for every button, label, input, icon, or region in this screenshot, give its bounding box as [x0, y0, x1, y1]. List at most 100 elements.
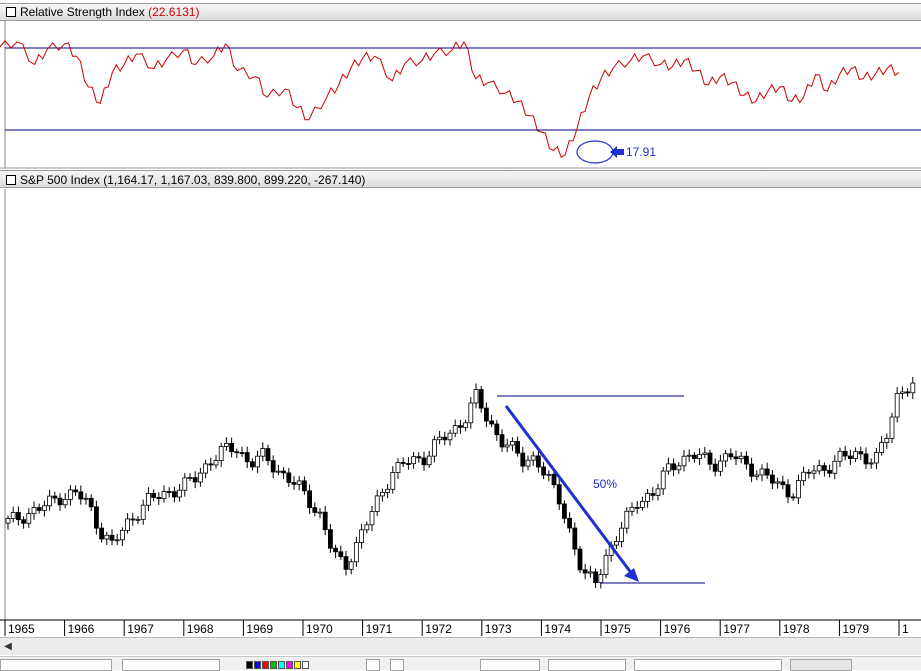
candle-body	[156, 497, 162, 500]
candle-body	[640, 500, 645, 508]
candle-body	[832, 460, 838, 474]
statusbar-dropdown-2[interactable]	[122, 659, 220, 671]
color-swatch-black[interactable]	[246, 661, 253, 669]
candle-body	[296, 480, 302, 485]
candle-body	[437, 436, 443, 441]
candle-body	[775, 481, 780, 484]
candle-body	[369, 511, 375, 526]
candle-body	[598, 574, 604, 584]
x-axis-tick-label: 1	[902, 622, 909, 636]
statusbar-dropdown-4[interactable]	[634, 659, 782, 671]
candle-body	[416, 456, 422, 459]
candle-body	[790, 496, 796, 499]
trade-button[interactable]	[790, 659, 852, 671]
color-swatch-red[interactable]	[262, 661, 269, 669]
candle-body	[431, 439, 437, 457]
candle-body	[520, 452, 526, 467]
candle-body	[546, 473, 552, 476]
candle-body	[457, 425, 463, 428]
candle-body	[301, 480, 307, 492]
statusbar-dropdown-3[interactable]	[548, 659, 626, 671]
color-swatch-blue[interactable]	[254, 661, 261, 669]
x-axis-tick-label: 1979	[842, 622, 869, 636]
color-swatch-green[interactable]	[270, 661, 277, 669]
candle-body	[405, 463, 411, 465]
candle-body	[421, 457, 427, 466]
candle-body	[536, 455, 541, 468]
candle-body	[634, 506, 640, 509]
candle-body	[666, 463, 671, 472]
candle-body	[255, 455, 261, 468]
candle-body	[374, 495, 380, 512]
rsi-low-value-label: 17.91	[626, 145, 656, 159]
candle-body	[796, 480, 801, 499]
candle-body	[88, 497, 94, 508]
candle-body	[676, 465, 682, 471]
statusbar-dropdown-1[interactable]	[0, 659, 112, 671]
candle-body	[848, 455, 853, 460]
x-axis-tick-label: 1973	[485, 622, 512, 636]
candle-body	[239, 452, 245, 454]
candle-body	[759, 468, 765, 476]
candle-body	[770, 474, 775, 484]
horizontal-scrollbar[interactable]: ◀	[0, 637, 921, 655]
candle-body	[400, 461, 406, 464]
candle-body	[203, 463, 209, 474]
x-axis-tick-label: 1970	[306, 622, 333, 636]
candle-body	[733, 456, 739, 460]
page-icon[interactable]	[366, 659, 380, 671]
candle-body	[723, 453, 728, 462]
candle-body	[234, 451, 240, 454]
x-axis-tick-label: 1977	[723, 622, 750, 636]
candle-body	[62, 498, 68, 506]
candle-body	[333, 547, 339, 553]
candle-body	[754, 474, 760, 477]
candle-body	[697, 454, 702, 459]
candle-body	[593, 571, 598, 584]
candle-body	[197, 472, 203, 483]
candle-body	[286, 472, 292, 483]
candle-body	[104, 534, 110, 540]
candle-body	[379, 491, 385, 497]
scroll-left-icon[interactable]: ◀	[2, 641, 14, 653]
candle-body	[322, 511, 328, 531]
candle-body	[26, 513, 32, 524]
candle-body	[551, 473, 557, 486]
candle-body	[905, 391, 910, 394]
chart-canvas[interactable]: 17.91 50% 1965 1966 1967 1968 1969 1970 1971 19…	[0, 0, 921, 637]
x-axis-tick-label: 1972	[425, 622, 452, 636]
color-swatch-white[interactable]	[302, 661, 309, 669]
candle-body	[78, 491, 84, 500]
color-swatch-cyan[interactable]	[278, 661, 285, 669]
candle-body	[801, 471, 806, 482]
candle-body	[42, 505, 47, 511]
candle-body	[702, 452, 708, 455]
candle-body	[192, 477, 198, 483]
candle-body	[749, 463, 754, 477]
x-axis-tick-label: 1965	[8, 622, 35, 636]
candle-body	[468, 402, 474, 424]
candle-body	[36, 507, 42, 511]
x-axis-tick-label: 1971	[366, 622, 393, 636]
symbol-field[interactable]	[480, 659, 540, 671]
candle-body	[223, 442, 229, 447]
candle-body	[619, 527, 624, 542]
candle-body	[145, 492, 151, 506]
color-swatch-yellow[interactable]	[294, 661, 301, 669]
page-icon[interactable]	[390, 659, 404, 671]
candle-body	[73, 489, 78, 493]
rsi-low-highlight-ellipse	[576, 140, 614, 164]
candle-body	[52, 495, 58, 499]
x-axis-tick-label: 1969	[246, 622, 273, 636]
candle-body	[629, 506, 635, 512]
candle-body	[562, 503, 567, 519]
candle-body	[806, 471, 812, 474]
candle-body	[744, 455, 749, 465]
candle-body	[889, 416, 895, 439]
candle-body	[624, 510, 630, 529]
candle-body	[135, 518, 141, 521]
candle-body	[229, 442, 235, 453]
candle-body	[265, 448, 271, 462]
color-swatch-magenta[interactable]	[286, 661, 293, 669]
candle-body	[218, 446, 224, 461]
